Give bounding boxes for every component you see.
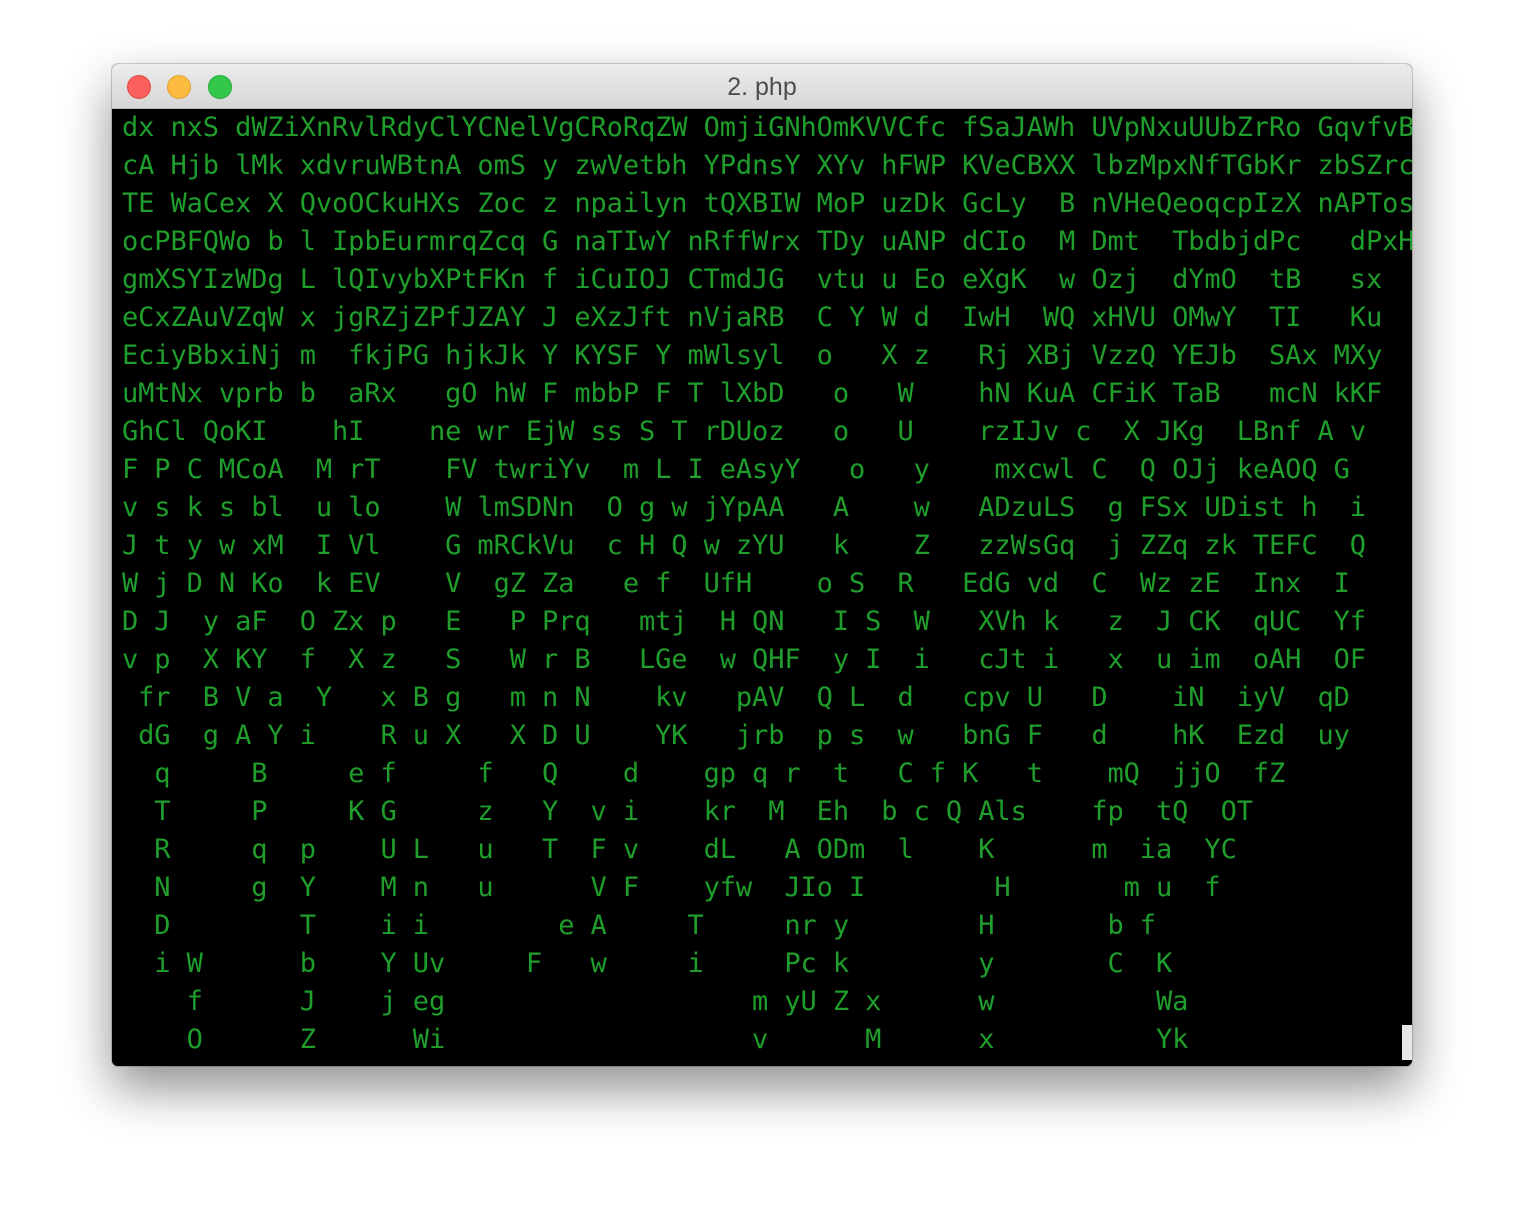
terminal-output: dx nxS dWZiXnRvlRdyClYCNelVgCRoRqZW Omji… [122, 112, 1412, 1055]
terminal-pane[interactable]: dx nxS dWZiXnRvlRdyClYCNelVgCRoRqZW Omji… [112, 109, 1412, 1066]
title-bar[interactable]: 2. php [112, 64, 1412, 109]
text-cursor [1402, 1025, 1412, 1060]
window-title: 2. php [727, 73, 797, 101]
terminal-window: 2. php dx nxS dWZiXnRvlRdyClYCNelVgCRoRq… [112, 64, 1412, 1066]
